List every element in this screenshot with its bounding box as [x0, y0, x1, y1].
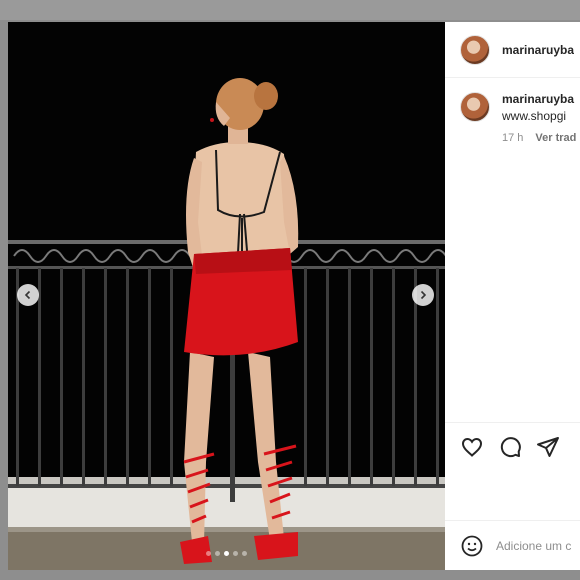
- paper-plane-icon[interactable]: [536, 435, 560, 459]
- add-comment-bar: [445, 520, 580, 570]
- avatar[interactable]: [460, 34, 490, 65]
- post-side-panel: marinaruyba marinaruyba www.shopgi 17 h …: [445, 22, 580, 570]
- post-caption: marinaruyba www.shopgi 17 h Ver trad: [445, 78, 580, 144]
- comment-bubble-icon[interactable]: [498, 435, 522, 459]
- heart-icon[interactable]: [460, 435, 484, 459]
- post-header: marinaruyba: [445, 22, 580, 78]
- caption-text[interactable]: www.shopgi: [502, 109, 576, 123]
- carousel-dot: [215, 551, 220, 556]
- caption-avatar[interactable]: [460, 92, 490, 122]
- post-media[interactable]: [8, 22, 445, 570]
- post-modal: marinaruyba marinaruyba www.shopgi 17 h …: [8, 22, 580, 570]
- carousel-dot: [224, 551, 229, 556]
- comment-input[interactable]: [496, 538, 580, 553]
- caption-username[interactable]: marinaruyba: [502, 92, 576, 106]
- chevron-right-icon: [420, 290, 427, 300]
- carousel-dot: [206, 551, 211, 556]
- carousel-dot: [233, 551, 238, 556]
- emoji-icon[interactable]: [460, 534, 484, 558]
- chevron-left-icon: [24, 290, 31, 300]
- post-actions: [445, 422, 580, 459]
- header-username[interactable]: marinaruyba: [502, 43, 574, 57]
- carousel-dot: [242, 551, 247, 556]
- post-time[interactable]: 17 h: [502, 132, 523, 144]
- carousel-indicator: [8, 551, 445, 556]
- translate-link[interactable]: Ver trad: [535, 132, 576, 144]
- post-photo: [8, 22, 445, 570]
- prev-slide-button[interactable]: [17, 284, 39, 306]
- next-slide-button[interactable]: [412, 284, 434, 306]
